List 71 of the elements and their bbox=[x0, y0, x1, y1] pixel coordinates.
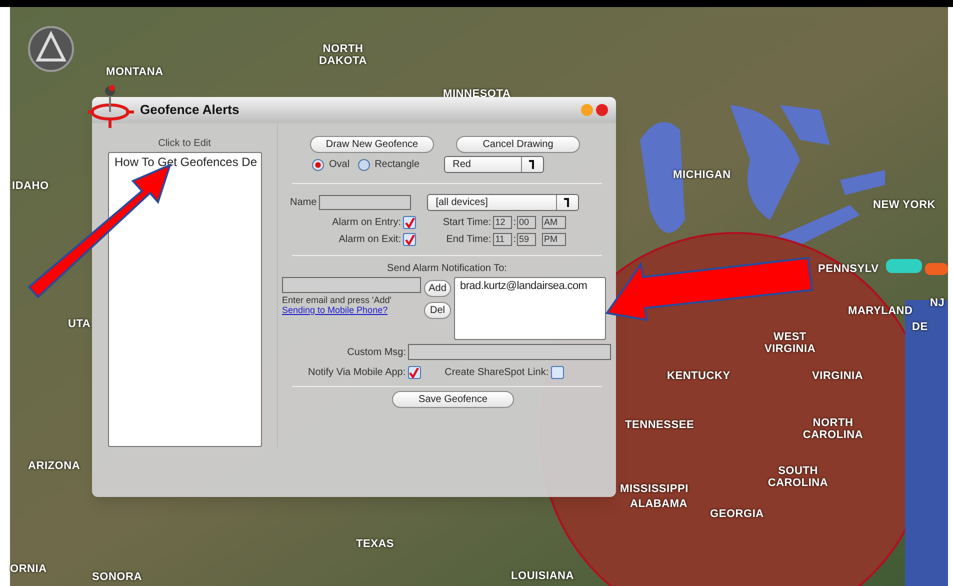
add-button[interactable]: Add bbox=[424, 280, 451, 297]
radio-option[interactable]: Oval bbox=[312, 157, 350, 172]
time-label: End Time: bbox=[446, 233, 492, 247]
dropdown-icon bbox=[563, 197, 572, 208]
map-label: SOUTH CAROLINA bbox=[766, 465, 830, 489]
map-label: ALABAMA bbox=[630, 498, 688, 510]
select-value: [all devices] bbox=[434, 196, 489, 210]
map-label: NORTH CAROLINA bbox=[802, 417, 864, 441]
checkbox[interactable] bbox=[408, 366, 421, 379]
custom-msg-field[interactable] bbox=[408, 344, 611, 360]
map-label: UTA bbox=[68, 318, 91, 330]
time-separator: : bbox=[513, 216, 516, 230]
option-label: Notify Via Mobile App: bbox=[308, 366, 406, 380]
map-label: MONTANA bbox=[106, 66, 164, 78]
map-label: DE bbox=[912, 321, 928, 333]
checkbox[interactable] bbox=[550, 366, 564, 379]
map-label: LOUISIANA bbox=[511, 570, 574, 582]
mobile-phone-link[interactable]: Sending to Mobile Phone? bbox=[282, 305, 421, 315]
email-field[interactable] bbox=[282, 277, 421, 293]
map-label: VIRGINIA bbox=[812, 370, 864, 382]
map-label: WEST VIRGINIA bbox=[763, 331, 817, 355]
radio-icon bbox=[312, 158, 324, 170]
time-field[interactable]: 12 bbox=[493, 216, 512, 229]
map-label: TEXAS bbox=[356, 538, 394, 550]
cancel-drawing-button[interactable]: Cancel Drawing bbox=[456, 136, 580, 153]
map-label: SONORA bbox=[92, 571, 142, 583]
map-label: NJ bbox=[930, 297, 945, 309]
map-label: KENTUCKY bbox=[667, 370, 730, 382]
alarm-label: Alarm on Entry: bbox=[332, 216, 401, 230]
map-label: NEW YORK bbox=[873, 199, 936, 211]
map-label: PENNSYLV bbox=[818, 263, 879, 275]
time-separator: : bbox=[513, 233, 516, 247]
draw-new-geofence-button[interactable]: Draw New Geofence bbox=[310, 136, 434, 153]
color-select[interactable]: Red bbox=[444, 156, 544, 173]
map-label: MINNESOTA bbox=[443, 88, 511, 100]
close-button[interactable] bbox=[596, 104, 608, 116]
time-field[interactable]: 00 bbox=[517, 216, 536, 229]
radio-option[interactable]: Rectangle bbox=[358, 157, 420, 172]
map-label: MISSISSIPPI bbox=[620, 483, 688, 495]
radio-icon bbox=[358, 158, 370, 170]
name-label: Name bbox=[290, 196, 317, 210]
select-value: Red bbox=[452, 158, 472, 172]
time-field[interactable]: 11 bbox=[493, 233, 512, 246]
map-label: NORTH DAKOTA bbox=[318, 43, 368, 67]
compass-icon bbox=[28, 26, 74, 72]
map-label: GEORGIA bbox=[710, 508, 764, 520]
map-label: IDAHO bbox=[12, 180, 49, 192]
email-hint: Enter email and press 'Add' bbox=[282, 295, 392, 305]
geofence-item[interactable]: How To Get Geofences De bbox=[108, 153, 260, 171]
time-field[interactable]: PM bbox=[542, 233, 566, 246]
delete-button[interactable]: Del bbox=[424, 302, 451, 319]
map-label: ARIZONA bbox=[28, 460, 80, 472]
checkbox[interactable] bbox=[403, 233, 416, 246]
alarm-label: Alarm on Exit: bbox=[338, 233, 401, 247]
notify-heading: Send Alarm Notification To: bbox=[387, 262, 507, 276]
window-title: Geofence Alerts bbox=[140, 101, 240, 120]
time-field[interactable]: AM bbox=[542, 216, 566, 229]
map-label: ORNIA bbox=[10, 563, 47, 575]
custom-msg-label: Custom Msg: bbox=[347, 346, 406, 360]
name-field[interactable] bbox=[318, 195, 411, 210]
dropdown-icon bbox=[528, 159, 536, 170]
list-caption: Click to Edit bbox=[158, 137, 211, 151]
checkbox[interactable] bbox=[403, 216, 416, 229]
device-select[interactable]: [all devices] bbox=[426, 194, 579, 211]
time-field[interactable]: 59 bbox=[517, 233, 536, 246]
save-geofence-button[interactable]: Save Geofence bbox=[392, 391, 514, 408]
recipient-item[interactable]: brad.kurtz@landairsea.com bbox=[455, 278, 605, 294]
time-label: Start Time: bbox=[442, 216, 492, 230]
checkmark-icon bbox=[409, 368, 420, 378]
option-label: Create ShareSpot Link: bbox=[444, 366, 549, 380]
map-label: TENNESSEE bbox=[625, 419, 694, 431]
